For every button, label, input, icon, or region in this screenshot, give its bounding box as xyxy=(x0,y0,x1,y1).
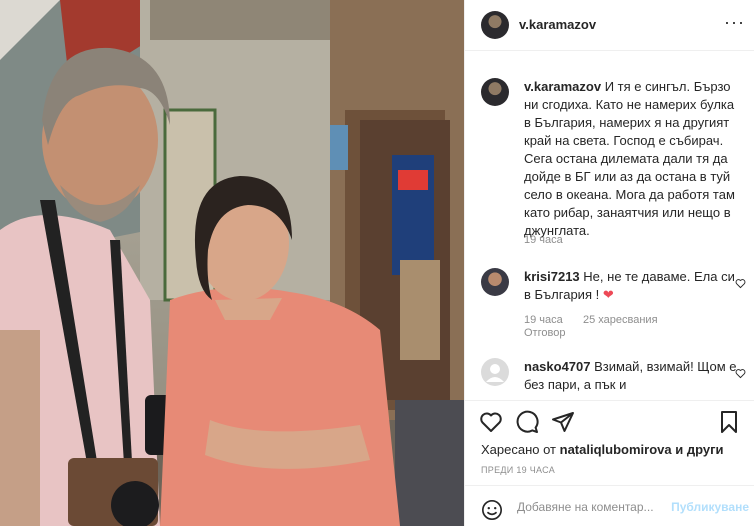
caption-body: И тя е сингъл. Бързо ни сгодиха. Като не… xyxy=(524,79,735,238)
emoji-smile-icon[interactable] xyxy=(481,499,503,521)
caption-avatar[interactable] xyxy=(481,78,509,106)
add-comment-bar: Публикуване xyxy=(465,485,754,530)
bookmark-icon[interactable] xyxy=(717,410,741,434)
caption-time[interactable]: 19 часа xyxy=(524,234,563,246)
comments-list[interactable]: v.karamazov И тя е сингъл. Бързо ни сгод… xyxy=(465,51,754,399)
post-comment-button[interactable]: Публикуване xyxy=(671,500,749,514)
comment-likes-count[interactable]: 25 харесвания xyxy=(583,314,658,326)
add-comment-input[interactable] xyxy=(515,499,679,515)
post-timestamp[interactable]: ПРЕДИ 19 ЧАСА xyxy=(481,465,555,475)
comment-like-heart-icon[interactable] xyxy=(735,368,746,379)
likes-summary: Харесано от nataliqlubomirova и други xyxy=(481,442,724,457)
commenter-avatar[interactable] xyxy=(481,268,509,296)
comment-username[interactable]: krisi7213 xyxy=(524,269,580,284)
paper-plane-icon[interactable] xyxy=(551,410,575,434)
instagram-post: v.karamazov ··· v.karamazov И тя е сингъ… xyxy=(0,0,754,526)
author-avatar[interactable] xyxy=(481,11,509,39)
post-header: v.karamazov ··· xyxy=(465,0,754,51)
heart-emoji: ❤ xyxy=(602,287,614,302)
heart-icon[interactable] xyxy=(479,410,503,434)
comment-bubble-icon[interactable] xyxy=(515,410,539,434)
comment-text: krisi7213 Не, не те даваме. Ела си в Бъл… xyxy=(524,268,738,304)
author-username[interactable]: v.karamazov xyxy=(519,17,596,32)
reply-button[interactable]: Отговор xyxy=(524,327,565,339)
caption-text: v.karamazov И тя е сингъл. Бързо ни сгод… xyxy=(524,78,738,240)
likes-others[interactable]: и други xyxy=(675,442,723,457)
more-dots-icon[interactable]: ··· xyxy=(724,12,745,33)
comment-username[interactable]: nasko4707 xyxy=(524,359,591,374)
default-user-icon xyxy=(486,364,504,382)
likes-user[interactable]: nataliqlubomirova xyxy=(560,442,672,457)
post-photo[interactable] xyxy=(0,0,464,526)
likes-prefix: Харесано от xyxy=(481,442,557,457)
comment-text: nasko4707 Взимай, взимай! Щом е без пари… xyxy=(524,358,738,394)
comment-like-heart-icon[interactable] xyxy=(735,278,746,289)
post-side-panel: v.karamazov ··· v.karamazov И тя е сингъ… xyxy=(464,0,754,526)
post-photo-illustration xyxy=(0,0,464,526)
commenter-avatar[interactable] xyxy=(481,358,509,386)
post-actions: Харесано от nataliqlubomirova и други ПР… xyxy=(465,400,754,531)
caption-username[interactable]: v.karamazov xyxy=(524,79,601,94)
comment-time[interactable]: 19 часа xyxy=(524,314,563,326)
